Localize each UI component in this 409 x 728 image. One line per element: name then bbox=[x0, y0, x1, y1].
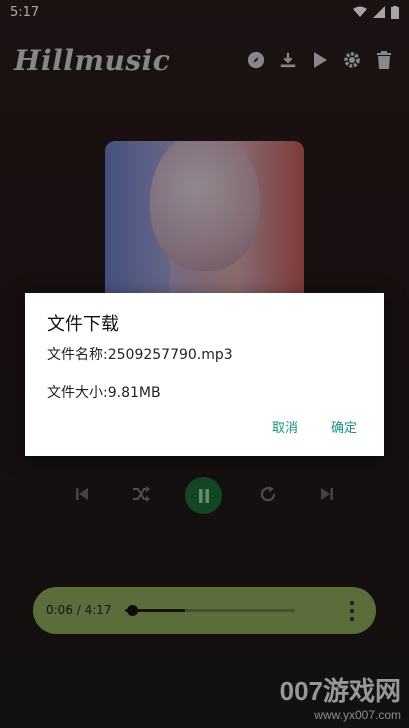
confirm-button[interactable]: 确定 bbox=[331, 417, 357, 436]
cancel-button[interactable]: 取消 bbox=[272, 417, 298, 436]
file-name-text: 文件名称:2509257790.mp3 bbox=[47, 347, 233, 363]
download-dialog: 文件下载 文件名称:2509257790.mp3 文件大小:9.81MB 取消 … bbox=[25, 293, 384, 456]
dialog-title: 文件下载 bbox=[47, 314, 119, 335]
file-size-text: 文件大小:9.81MB bbox=[47, 385, 161, 401]
